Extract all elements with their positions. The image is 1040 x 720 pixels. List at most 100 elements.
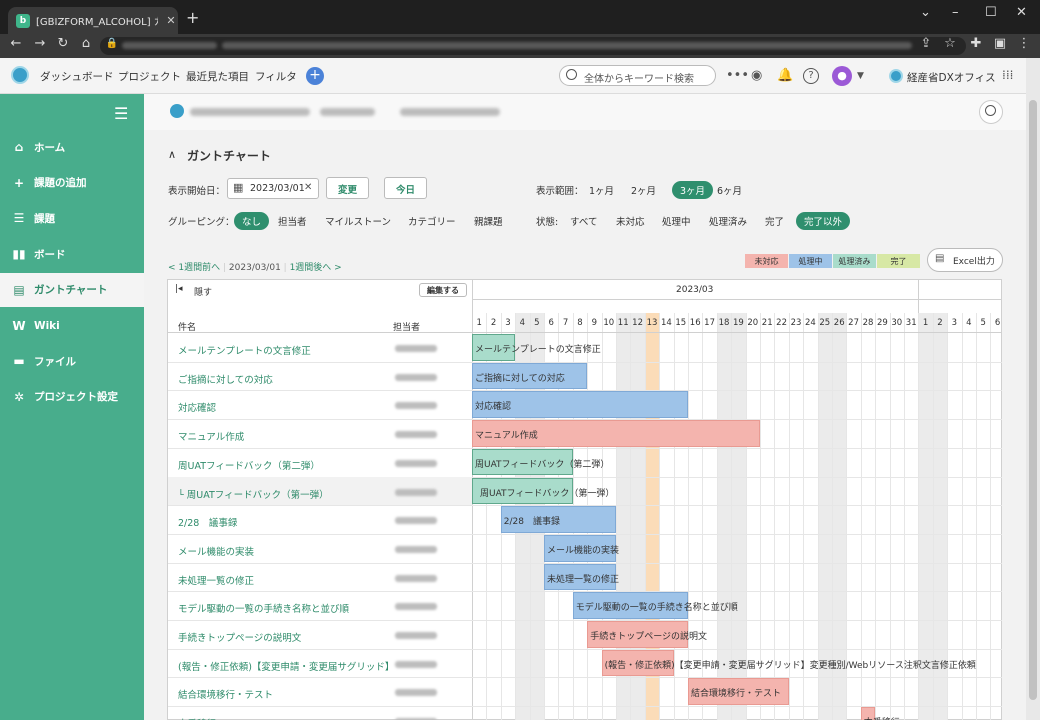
task-name-link[interactable]: 周UATフィードバック（第二弾） (178, 458, 388, 472)
task-name-link[interactable]: メールテンプレートの文言修正 (178, 343, 388, 357)
task-name-link[interactable]: 未処理一覧の修正 (178, 573, 388, 587)
task-name-link[interactable]: (報告・修正依頼)【変更申請・変更届サグリッド】... (178, 659, 388, 673)
range-option-0[interactable]: 1ヶ月 (589, 183, 614, 197)
month-label: 2023/03 (676, 285, 714, 295)
more-icon[interactable]: ••• (726, 68, 749, 83)
nav-filter[interactable]: フィルタ (255, 69, 297, 84)
app-logo-icon[interactable] (11, 66, 29, 84)
task-name-link[interactable]: 手続きトップページの説明文 (178, 630, 388, 644)
gantt-bar-label: (報告・修正依頼)【変更申請・変更届サグリッド】変更種別/Webリソース注釈文言… (604, 660, 976, 671)
row-divider (168, 677, 1002, 679)
grouping-option-2[interactable]: マイルストーン (325, 214, 391, 228)
clear-icon[interactable]: ✕ (304, 182, 312, 193)
extensions-icon[interactable]: ✚ (968, 36, 984, 51)
home-page-icon[interactable]: ⌂ (78, 36, 94, 51)
nav-recent[interactable]: 最近見た項目 (186, 69, 249, 84)
minimize-icon[interactable]: – (952, 5, 959, 20)
grouping-option-4[interactable]: 親課題 (474, 214, 503, 228)
scrollbar-thumb[interactable] (1029, 100, 1037, 700)
grouping-option-3[interactable]: カテゴリー (408, 214, 456, 228)
task-name-link[interactable]: 本番移行 (178, 716, 388, 720)
gantt-bar-label: メールテンプレートの文言修正 (475, 345, 601, 355)
next-week-link[interactable]: 1週間後へ > (290, 263, 342, 273)
share-icon[interactable]: ⇪ (918, 36, 934, 51)
status-option-1[interactable]: 未対応 (616, 214, 645, 228)
back-icon[interactable]: ← (8, 36, 24, 51)
hide-label[interactable]: 隠す (194, 285, 212, 298)
sidebar-item-label: ファイル (34, 355, 76, 368)
task-name-link[interactable]: マニュアル作成 (178, 429, 388, 443)
task-name-link[interactable]: 対応確認 (178, 400, 388, 414)
task-name-link[interactable]: メール機能の実装 (178, 544, 388, 558)
lock-icon[interactable]: 🔒 (104, 38, 120, 49)
nav-projects[interactable]: プロジェクト (118, 69, 181, 84)
task-name-link[interactable]: モデル駆動の一覧の手続き名称と並び順 (178, 601, 388, 615)
task-name-link[interactable]: 2/28 議事録 (178, 515, 388, 529)
row-divider (168, 648, 1002, 650)
status-option-2[interactable]: 処理中 (662, 214, 691, 228)
day-label-22: 23 (790, 318, 802, 328)
user-avatar-icon[interactable]: ● (832, 66, 852, 86)
apps-grid-icon[interactable]: ⁞⁞⁞ (1002, 68, 1013, 82)
project-sub-blur (400, 108, 500, 116)
task-name-link[interactable]: └ 周UATフィードバック（第一弾） (178, 487, 388, 501)
sidebar-item-1[interactable]: + 課題の追加 (0, 166, 144, 200)
task-name-link[interactable]: ご指摘に対しての対応 (178, 372, 388, 386)
hide-panel-icon[interactable]: |◂ (175, 284, 183, 294)
project-name-blur (190, 108, 310, 116)
grouping-option-1[interactable]: 担当者 (278, 214, 307, 228)
sidebar-item-5[interactable]: W Wiki (0, 309, 144, 343)
org-name[interactable]: 経産省DXオフィス (907, 70, 996, 85)
status-option-4[interactable]: 完了 (765, 214, 784, 228)
sidebar-item-4[interactable]: ▤ ガントチャート (0, 272, 144, 307)
calendar-icon[interactable]: ▦ (233, 181, 243, 194)
assignee-blur (395, 345, 437, 352)
period-nav: < 1週間前へ | 2023/03/01 | 1週間後へ > (168, 263, 342, 273)
chevron-down-icon[interactable]: ⌄ (920, 5, 931, 20)
status-option-3[interactable]: 処理済み (709, 214, 747, 228)
collapse-chevron-icon[interactable]: ∧ (168, 148, 176, 161)
prev-week-link[interactable]: < 1週間前へ (168, 263, 220, 273)
range-option-1[interactable]: 2ヶ月 (631, 183, 656, 197)
close-tab-icon[interactable]: ✕ (164, 14, 178, 27)
help-icon[interactable]: ? (803, 68, 819, 84)
sidebar-item-2[interactable]: ☰ 課題 (0, 201, 144, 235)
bell-icon[interactable]: 🔔 (777, 68, 793, 83)
maximize-icon[interactable]: ☐ (985, 5, 997, 20)
gantt-bar-label: メール機能の実装 (547, 545, 620, 556)
range-option-3[interactable]: 6ヶ月 (717, 183, 742, 197)
add-button[interactable]: + (306, 67, 324, 85)
gantt-bar-label: 対応確認 (475, 402, 512, 413)
sidebar-item-3[interactable]: ▮▮ ボード (0, 237, 144, 271)
task-name-link[interactable]: 結合環境移行・テスト (178, 687, 388, 701)
range-option-2[interactable]: 3ヶ月 (672, 181, 714, 199)
forward-icon[interactable]: → (32, 36, 48, 51)
status-option-0[interactable]: すべて (570, 214, 597, 228)
assignee-blur (395, 517, 437, 525)
day-label-4: 5 (534, 318, 540, 328)
edit-button[interactable]: 編集する (419, 283, 467, 297)
assignee-blur (395, 689, 437, 697)
sidebar-item-6[interactable]: ▬ ファイル (0, 344, 144, 378)
global-search-input[interactable]: 全体からキーワード検索 (559, 65, 716, 86)
change-button[interactable]: 変更 (326, 177, 369, 199)
browser-tab[interactable]: b [GBIZFORM_ALCOHOL] ガントチャー ✕ (8, 7, 178, 34)
assignee-blur (395, 660, 437, 668)
assignee-column-header: 担当者 (393, 323, 421, 333)
reload-icon[interactable]: ↻ (55, 36, 71, 51)
status-option-5[interactable]: 完了以外 (796, 212, 851, 230)
nav-dashboard[interactable]: ダッシュボード (40, 69, 114, 84)
menu-icon[interactable]: ⋮ (1016, 36, 1032, 51)
sidepanel-icon[interactable]: ▣ (992, 36, 1008, 51)
watch-icon[interactable]: ◉ (751, 68, 762, 83)
day-label-3: 4 (519, 318, 526, 328)
today-button[interactable]: 今日 (384, 177, 427, 199)
grouping-option-0[interactable]: なし (234, 212, 270, 230)
chevron-down-icon[interactable]: ▼ (857, 71, 864, 81)
sidebar-item-0[interactable]: ⌂ ホーム (0, 130, 144, 164)
new-tab-button[interactable]: + (186, 8, 199, 27)
close-window-icon[interactable]: ✕ (1016, 5, 1027, 20)
star-icon[interactable]: ☆ (942, 36, 958, 51)
hamburger-icon[interactable]: ☰ (114, 104, 128, 123)
sidebar-item-7[interactable]: ✲ プロジェクト設定 (0, 380, 144, 414)
